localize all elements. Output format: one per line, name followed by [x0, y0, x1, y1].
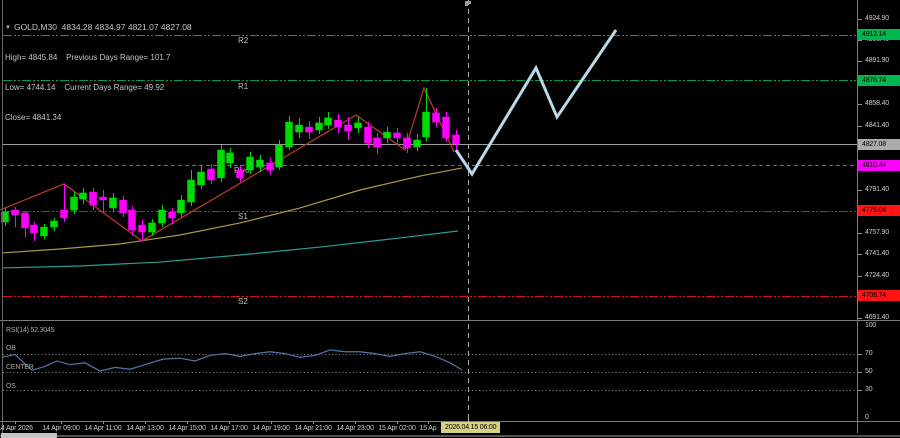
ma-fast-line [2, 168, 462, 253]
projection-trendline [456, 30, 616, 174]
bear-candle [267, 163, 274, 170]
bull-candle [286, 122, 293, 147]
rsi-line [2, 350, 462, 371]
chart-canvas[interactable] [0, 0, 900, 438]
bull-candle [188, 180, 195, 202]
bear-candle [394, 133, 401, 138]
bear-candle [208, 169, 215, 180]
bull-candle [414, 140, 421, 147]
zigzag-line [0, 88, 454, 241]
bear-candle [443, 117, 450, 138]
bull-candle [159, 210, 166, 223]
bear-candle [31, 225, 38, 233]
bull-candle [316, 123, 323, 130]
bull-candle [296, 125, 303, 132]
bull-candle [71, 197, 78, 210]
bull-candle [227, 153, 234, 163]
bull-candle [80, 193, 87, 199]
bear-candle [374, 138, 381, 147]
period-marker-icon[interactable] [465, 1, 471, 4]
bull-candle [423, 112, 430, 137]
bull-candle [41, 227, 48, 236]
bear-candle [306, 127, 313, 132]
bull-candle [110, 198, 117, 208]
bear-candle [100, 197, 107, 200]
bear-candle [433, 113, 440, 122]
ma-slow-line [2, 231, 458, 268]
bull-candle [198, 172, 205, 185]
bear-candle [120, 200, 127, 213]
bear-candle [404, 138, 411, 148]
bull-candle [247, 157, 254, 170]
bear-candle [90, 192, 97, 205]
bear-candle [61, 210, 68, 218]
bull-candle [276, 145, 283, 167]
bull-candle [325, 118, 332, 125]
horizontal-scrollbar-thumb[interactable] [1, 433, 57, 438]
bull-candle [257, 160, 264, 167]
bull-candle [149, 223, 156, 232]
bull-candle [384, 132, 391, 138]
symbol-dropdown-icon[interactable]: ▼ [5, 25, 11, 31]
bear-candle [129, 210, 136, 230]
bull-candle [51, 221, 58, 227]
bull-candle [178, 200, 185, 213]
bear-candle [365, 127, 372, 143]
bear-candle [237, 170, 244, 178]
period-marker-icon[interactable] [465, 4, 468, 6]
bear-candle [139, 225, 146, 232]
bear-candle [335, 120, 342, 127]
bear-candle [169, 212, 176, 218]
bear-candle [453, 135, 460, 144]
bear-candle [22, 213, 29, 228]
bear-candle [345, 125, 352, 131]
bull-candle [355, 123, 362, 128]
mt4-chart-window: R2 R1 Pivot S1 S2 ▼GOLD,M30 4834.28 4834… [0, 0, 900, 438]
bull-candle [218, 150, 225, 178]
bear-candle [12, 210, 19, 215]
